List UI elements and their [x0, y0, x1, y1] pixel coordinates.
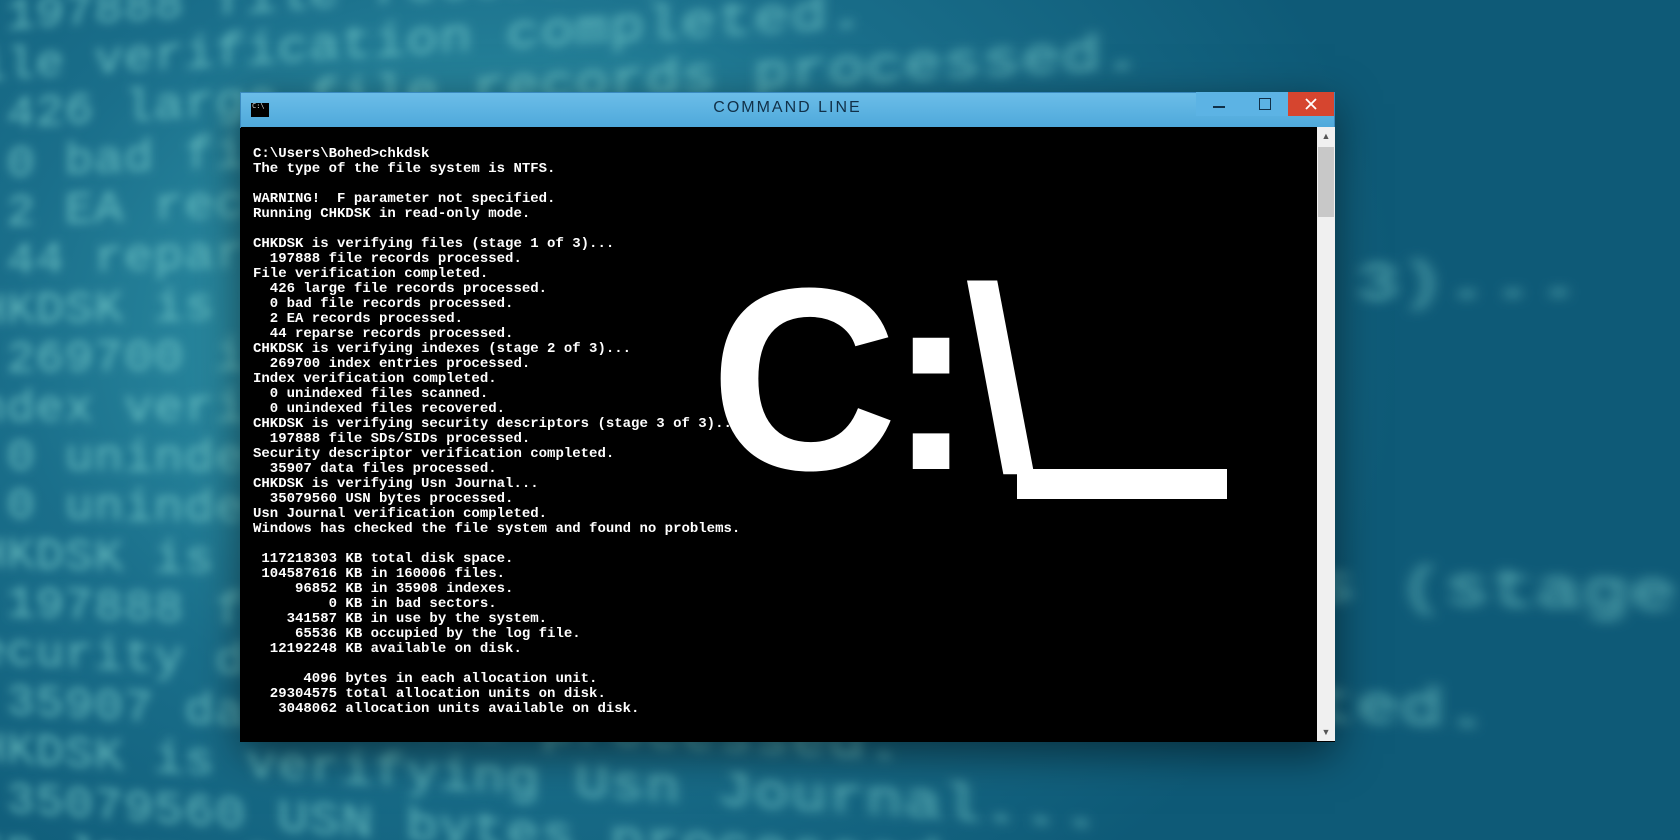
maximize-button[interactable] — [1242, 92, 1288, 116]
close-button[interactable] — [1288, 92, 1334, 116]
console-output: C:\Users\Bohed>chkdsk The type of the fi… — [253, 147, 740, 717]
window-titlebar[interactable]: COMMAND LINE — [240, 92, 1335, 128]
minimize-button[interactable] — [1196, 92, 1242, 116]
scroll-down-button[interactable]: ▼ — [1317, 723, 1335, 741]
close-icon — [1305, 98, 1317, 110]
cmd-icon — [251, 103, 269, 117]
console-viewport[interactable]: C:\Users\Bohed>chkdsk The type of the fi… — [241, 127, 1334, 741]
window-title: COMMAND LINE — [713, 99, 861, 117]
maximize-icon — [1259, 98, 1271, 110]
scroll-up-button[interactable]: ▲ — [1317, 127, 1335, 145]
command-line-window: COMMAND LINE C:\Users\Bohed>chkdsk The t… — [240, 92, 1335, 742]
scroll-thumb[interactable] — [1318, 147, 1334, 217]
window-controls — [1196, 93, 1334, 119]
minimize-icon — [1213, 98, 1225, 110]
vertical-scrollbar[interactable]: ▲ ▼ — [1317, 127, 1335, 741]
